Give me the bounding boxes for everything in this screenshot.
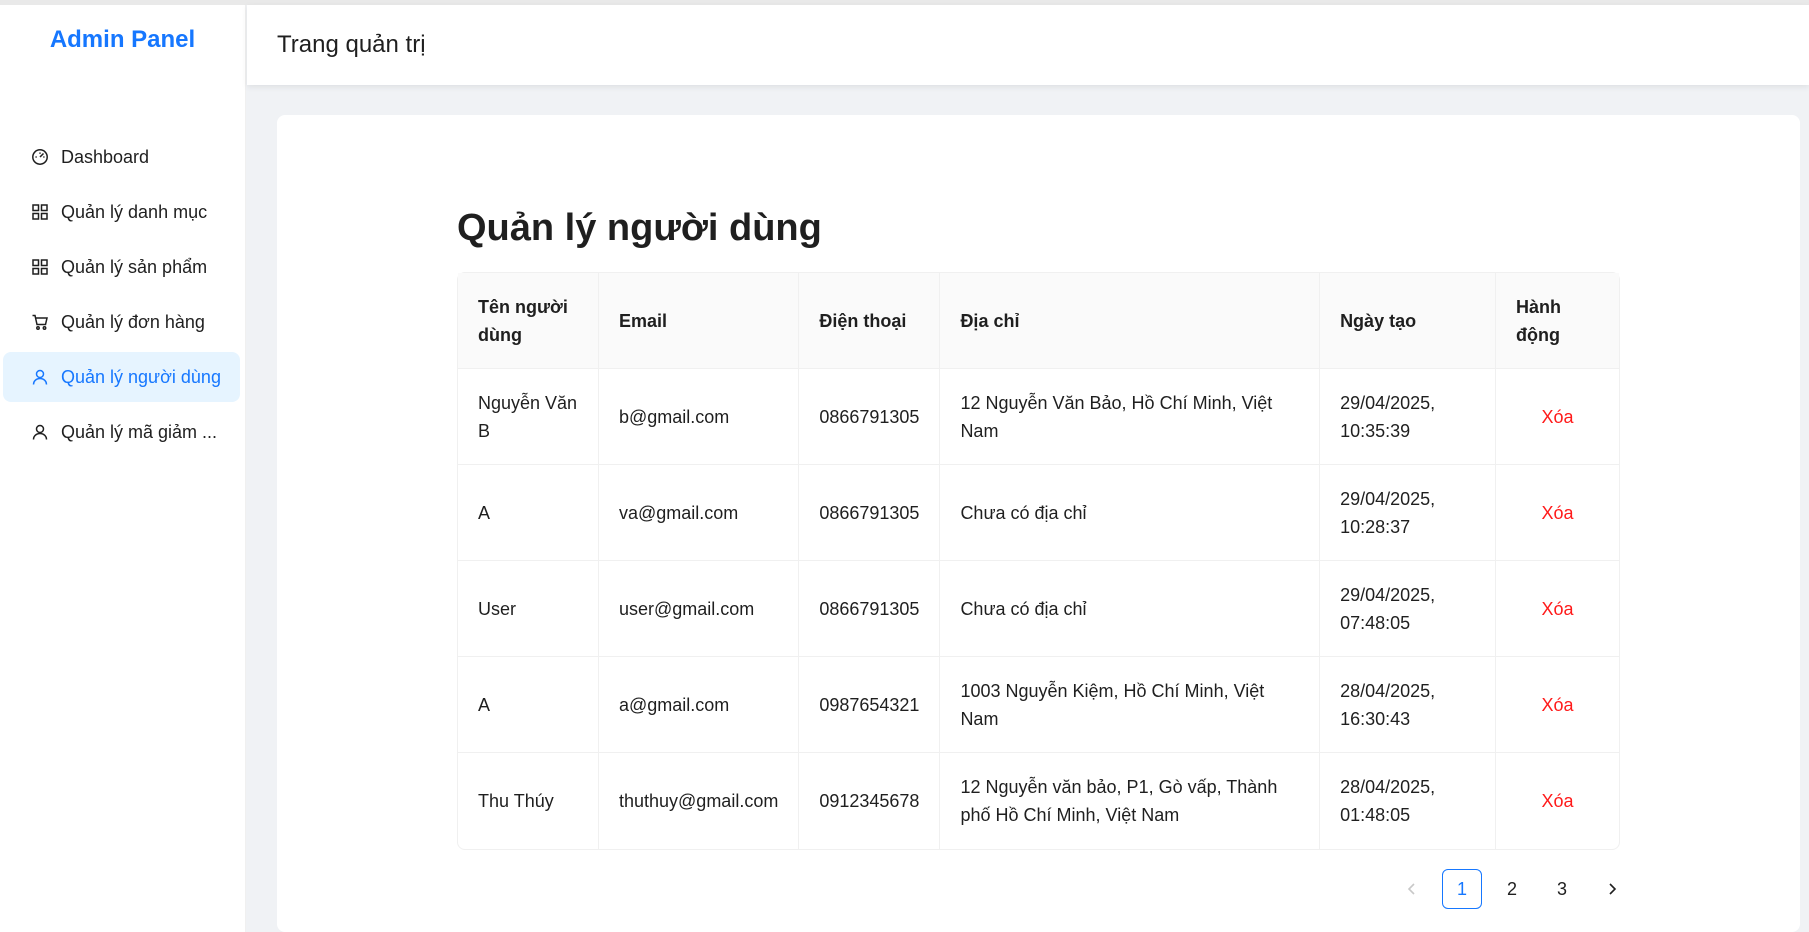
cell-name: A [458, 465, 599, 561]
users-table: Tên người dùng Email Điện thoại Địa chỉ … [457, 272, 1620, 850]
chevron-left-icon [1407, 883, 1415, 895]
cell-created: 29/04/2025, 10:35:39 [1320, 369, 1496, 465]
app-root: Admin Panel Dashboard Quản lý danh mục Q… [0, 5, 1809, 932]
cell-name: Nguyễn Văn B [458, 369, 599, 465]
cell-address: 12 Nguyễn văn bảo, P1, Gò vấp, Thành phố… [940, 753, 1321, 849]
grid-icon [31, 203, 49, 221]
cell-action: Xóa [1496, 465, 1619, 561]
cell-phone: 0987654321 [799, 657, 941, 753]
cell-action: Xóa [1496, 657, 1619, 753]
sidebar-item-categories[interactable]: Quản lý danh mục [3, 187, 240, 237]
cell-created: 28/04/2025, 01:48:05 [1320, 753, 1496, 849]
sidebar-item-label: Dashboard [61, 146, 150, 167]
content-card: Quản lý người dùng Tên người dùng Email … [277, 115, 1800, 932]
sidebar: Admin Panel Dashboard Quản lý danh mục Q… [0, 5, 246, 932]
cell-address: Chưa có địa chỉ [940, 561, 1321, 657]
sidebar-item-coupons[interactable]: Quản lý mã giảm ... [3, 407, 240, 457]
cell-email: user@gmail.com [598, 561, 800, 657]
page-title: Quản lý người dùng [457, 207, 822, 249]
sidebar-item-label: Quản lý mã giảm ... [61, 421, 218, 442]
column-header-address: Địa chỉ [940, 273, 1321, 369]
cell-name: A [458, 657, 599, 753]
delete-button[interactable]: Xóa [1541, 503, 1573, 523]
cell-address: 12 Nguyễn Văn Bảo, Hồ Chí Minh, Việt Nam [940, 369, 1321, 465]
cell-phone: 0866791305 [799, 369, 941, 465]
table-row: Thu Thúy thuthuy@gmail.com 0912345678 12… [458, 753, 1619, 849]
page-button-1[interactable]: 1 [1442, 869, 1482, 909]
user-icon [31, 423, 49, 441]
cell-email: va@gmail.com [598, 465, 800, 561]
delete-button[interactable]: Xóa [1541, 407, 1573, 427]
table-header-row: Tên người dùng Email Điện thoại Địa chỉ … [458, 273, 1619, 369]
sidebar-item-dashboard[interactable]: Dashboard [3, 132, 240, 182]
table-row: A va@gmail.com 0866791305 Chưa có địa ch… [458, 465, 1619, 561]
sidebar-item-label: Quản lý sản phẩm [61, 256, 208, 277]
cell-action: Xóa [1496, 753, 1619, 849]
cell-created: 29/04/2025, 07:48:05 [1320, 561, 1496, 657]
page-button-2[interactable]: 2 [1492, 869, 1532, 909]
sidebar-item-orders[interactable]: Quản lý đơn hàng [3, 297, 240, 347]
cell-phone: 0866791305 [799, 561, 941, 657]
delete-button[interactable]: Xóa [1541, 599, 1573, 619]
table-row: Nguyễn Văn B b@gmail.com 0866791305 12 N… [458, 369, 1619, 465]
cell-phone: 0866791305 [799, 465, 941, 561]
dashboard-icon [31, 148, 49, 166]
cell-name: User [458, 561, 599, 657]
column-header-email: Email [598, 273, 800, 369]
cell-name: Thu Thúy [458, 753, 599, 849]
brand-logo[interactable]: Admin Panel [0, 5, 245, 85]
prev-page-button[interactable] [1392, 869, 1432, 909]
next-page-button[interactable] [1592, 869, 1632, 909]
chevron-right-icon [1609, 883, 1617, 895]
cell-created: 29/04/2025, 10:28:37 [1320, 465, 1496, 561]
pagination: 1 2 3 [1392, 869, 1642, 909]
cell-email: a@gmail.com [598, 657, 800, 753]
user-icon [31, 368, 49, 386]
table-row: A a@gmail.com 0987654321 1003 Nguyễn Kiệ… [458, 657, 1619, 753]
sidebar-item-label: Quản lý đơn hàng [61, 311, 205, 332]
sidebar-menu: Dashboard Quản lý danh mục Quản lý sản p… [0, 132, 246, 462]
delete-button[interactable]: Xóa [1541, 791, 1573, 811]
column-header-created: Ngày tạo [1320, 273, 1496, 369]
column-header-name: Tên người dùng [458, 273, 599, 369]
page-button-3[interactable]: 3 [1542, 869, 1582, 909]
cell-address: 1003 Nguyễn Kiệm, Hồ Chí Minh, Việt Nam [940, 657, 1321, 753]
cell-action: Xóa [1496, 561, 1619, 657]
table-row: User user@gmail.com 0866791305 Chưa có đ… [458, 561, 1619, 657]
cell-created: 28/04/2025, 16:30:43 [1320, 657, 1496, 753]
cart-icon [31, 313, 49, 331]
grid-icon [31, 258, 49, 276]
delete-button[interactable]: Xóa [1541, 695, 1573, 715]
cell-address: Chưa có địa chỉ [940, 465, 1321, 561]
header-title: Trang quản trị [277, 31, 426, 58]
sidebar-item-users[interactable]: Quản lý người dùng [3, 352, 240, 402]
sidebar-item-products[interactable]: Quản lý sản phẩm [3, 242, 240, 292]
cell-action: Xóa [1496, 369, 1619, 465]
sidebar-item-label: Quản lý người dùng [61, 366, 221, 387]
column-header-action: Hành động [1496, 273, 1619, 369]
cell-email: b@gmail.com [598, 369, 800, 465]
column-header-phone: Điện thoại [799, 273, 941, 369]
cell-email: thuthuy@gmail.com [599, 753, 800, 849]
sidebar-item-label: Quản lý danh mục [61, 201, 208, 222]
top-header: Trang quản trị [247, 5, 1809, 85]
cell-phone: 0912345678 [799, 753, 941, 849]
